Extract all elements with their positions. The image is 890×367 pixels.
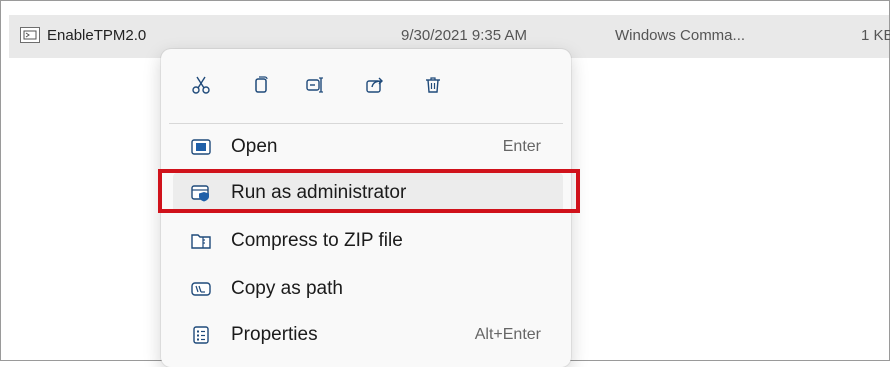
path-icon: [191, 280, 211, 298]
explorer-window: EnableTPM2.0 9/30/2021 9:35 AM Windows C…: [0, 0, 890, 367]
menu-item-label: Copy as path: [231, 278, 343, 299]
file-type: Windows Comma...: [615, 27, 746, 44]
menu-item-properties[interactable]: Properties Alt+Enter: [173, 315, 563, 355]
properties-icon: [191, 326, 211, 344]
file-date-modified: 9/30/2021 9:35 AM: [401, 27, 527, 44]
share-icon: [366, 77, 383, 93]
menu-separator: [169, 123, 563, 124]
file-name: EnableTPM2.0: [47, 27, 147, 44]
scissors-icon: [192, 76, 210, 94]
rename-icon: [306, 77, 323, 93]
run-as-admin-highlight: [158, 169, 580, 213]
menu-item-copy-as-path[interactable]: Copy as path: [173, 269, 563, 309]
context-menu-toolbar: [161, 67, 571, 103]
open-icon: [191, 138, 211, 156]
menu-item-shortcut: Enter: [502, 138, 541, 155]
copy-icon: [255, 76, 268, 93]
menu-item-open[interactable]: Open Enter: [173, 127, 563, 167]
trash-icon: [426, 77, 440, 93]
menu-item-compress-zip[interactable]: Compress to ZIP file: [173, 221, 563, 261]
delete-button[interactable]: [415, 67, 451, 103]
rename-button[interactable]: [297, 67, 333, 103]
menu-item-label: Open: [231, 136, 278, 157]
menu-item-label: Properties: [231, 324, 318, 345]
cut-button[interactable]: [183, 67, 219, 103]
zip-folder-icon: [191, 232, 211, 250]
share-button[interactable]: [357, 67, 393, 103]
file-size: 1 KB: [861, 27, 890, 44]
batch-file-icon: [20, 27, 40, 43]
menu-item-shortcut: Alt+Enter: [474, 326, 541, 343]
menu-item-label: Compress to ZIP file: [231, 230, 403, 251]
copy-button[interactable]: [243, 67, 279, 103]
